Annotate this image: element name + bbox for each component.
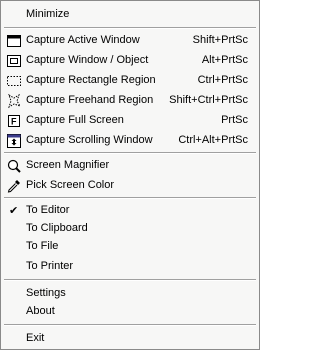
menu-item-settings[interactable]: Settings — [2, 284, 258, 304]
menu-item-label: Capture Full Screen — [26, 114, 124, 126]
menu-item-label: To Printer — [26, 260, 74, 272]
menu-item-label: To Clipboard — [26, 222, 88, 234]
menu-item-shortcut: Ctrl+Alt+PrtSc — [178, 134, 248, 146]
menu-item-capture-rectangle-region[interactable]: Capture Rectangle Region Ctrl+PrtSc — [2, 71, 258, 91]
menu-separator — [4, 197, 256, 199]
menu-item-label: To Editor — [26, 204, 70, 216]
svg-text:F: F — [11, 117, 17, 127]
scrolling-window-icon — [6, 133, 22, 149]
checkmark-icon: ✔ — [9, 205, 19, 217]
menu-item-label: Pick Screen Color — [26, 179, 115, 191]
menu-item-capture-active-window[interactable]: Capture Active Window Shift+PrtSc — [2, 31, 258, 51]
menu-separator — [4, 152, 256, 154]
menu-item-label: Capture Freehand Region — [26, 94, 154, 106]
full-screen-icon: F — [6, 113, 22, 129]
menu-separator — [4, 279, 256, 281]
menu-item-label: Exit — [26, 332, 45, 344]
active-window-icon — [6, 33, 22, 49]
rectangle-region-icon — [6, 73, 22, 89]
menu-item-shortcut: Shift+Ctrl+PrtSc — [169, 94, 248, 106]
eyedropper-icon — [6, 178, 22, 194]
menu-item-label: Capture Rectangle Region — [26, 74, 156, 86]
menu-item-screen-magnifier[interactable]: Screen Magnifier — [2, 156, 258, 176]
menu-item-capture-full-screen[interactable]: F Capture Full Screen PrtSc — [2, 111, 258, 131]
menu-item-capture-freehand-region[interactable]: Capture Freehand Region Shift+Ctrl+PrtSc — [2, 91, 258, 111]
menu-item-label: Minimize — [26, 8, 70, 20]
menu-item-shortcut: PrtSc — [221, 114, 248, 126]
menu-item-pick-screen-color[interactable]: Pick Screen Color — [2, 176, 258, 196]
menu-item-minimize[interactable]: Minimize — [2, 5, 258, 25]
menu-separator — [4, 27, 256, 29]
magnifier-icon — [6, 158, 22, 174]
menu-item-label: About — [26, 305, 55, 317]
menu-item-label: Capture Scrolling Window — [26, 134, 153, 146]
menu-item-shortcut: Ctrl+PrtSc — [197, 74, 248, 86]
context-menu: Minimize Capture Active Window Shift+Prt… — [0, 0, 260, 350]
menu-item-label: Capture Active Window — [26, 34, 140, 46]
menu-item-label: Settings — [26, 287, 66, 299]
window-object-icon — [6, 53, 22, 69]
menu-item-shortcut: Shift+PrtSc — [192, 34, 248, 46]
menu-item-capture-window-object[interactable]: Capture Window / Object Alt+PrtSc — [2, 51, 258, 71]
menu-item-about[interactable]: About — [2, 302, 258, 322]
menu-item-label: Screen Magnifier — [26, 159, 110, 171]
menu-item-label: Capture Window / Object — [26, 54, 149, 66]
freehand-region-icon — [6, 93, 22, 109]
menu-item-to-editor[interactable]: ✔ To Editor — [2, 201, 258, 221]
menu-item-shortcut: Alt+PrtSc — [201, 54, 248, 66]
menu-item-label: To File — [26, 240, 59, 252]
menu-separator — [4, 324, 256, 326]
menu-item-capture-scrolling-window[interactable]: Capture Scrolling Window Ctrl+Alt+PrtSc — [2, 131, 258, 151]
menu-item-to-printer[interactable]: To Printer — [2, 257, 258, 277]
menu-item-to-file[interactable]: To File — [2, 237, 258, 257]
menu-item-exit[interactable]: Exit — [2, 329, 258, 349]
menu-item-to-clipboard[interactable]: To Clipboard — [2, 219, 258, 239]
